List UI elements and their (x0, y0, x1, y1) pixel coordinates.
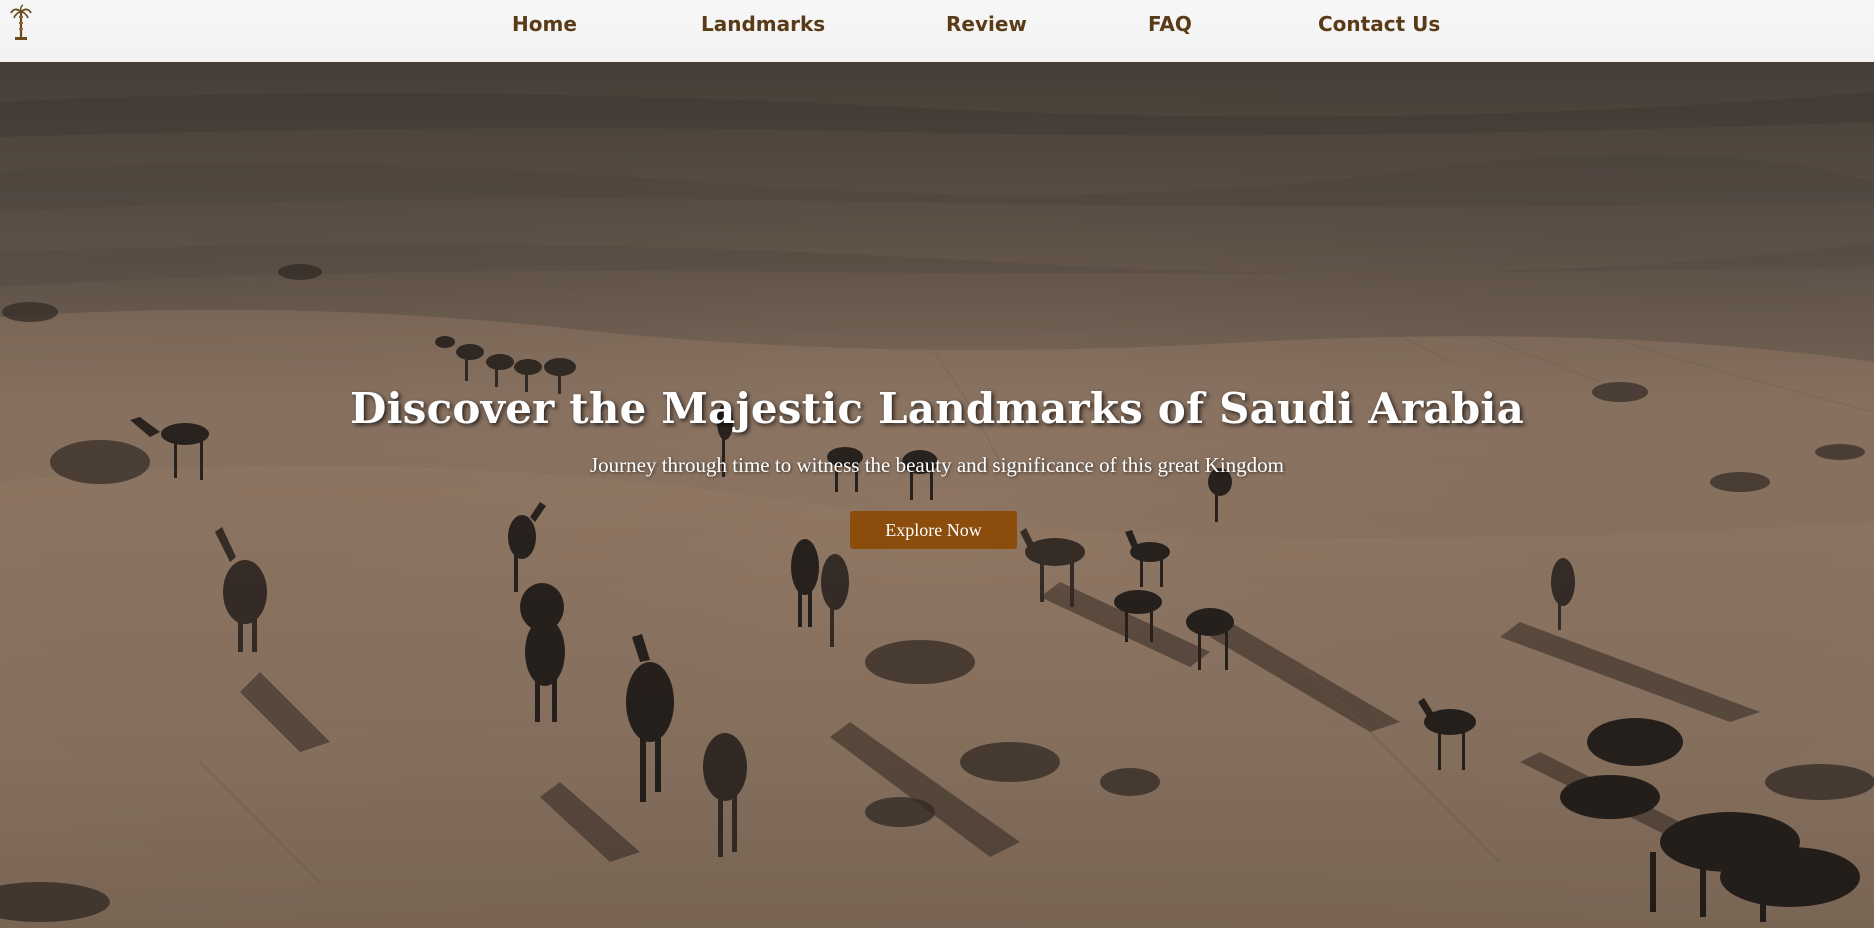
nav-link-contact-us[interactable]: Contact Us (1318, 12, 1440, 36)
nav-link-review[interactable]: Review (946, 12, 1027, 36)
hero-title: Discover the Majestic Landmarks of Saudi… (350, 384, 1524, 433)
hero-section: Discover the Majestic Landmarks of Saudi… (0, 62, 1874, 928)
top-navbar: Home Landmarks Review FAQ Contact Us (0, 0, 1874, 62)
main-nav: Home Landmarks Review FAQ Contact Us (0, 0, 1874, 52)
nav-link-faq[interactable]: FAQ (1148, 12, 1192, 36)
nav-link-landmarks[interactable]: Landmarks (701, 12, 825, 36)
desert-camel-caravan-background (0, 62, 1874, 928)
nav-link-home[interactable]: Home (512, 12, 577, 36)
hero-subtitle: Journey through time to witness the beau… (589, 453, 1284, 477)
explore-now-button[interactable]: Explore Now (850, 511, 1017, 549)
